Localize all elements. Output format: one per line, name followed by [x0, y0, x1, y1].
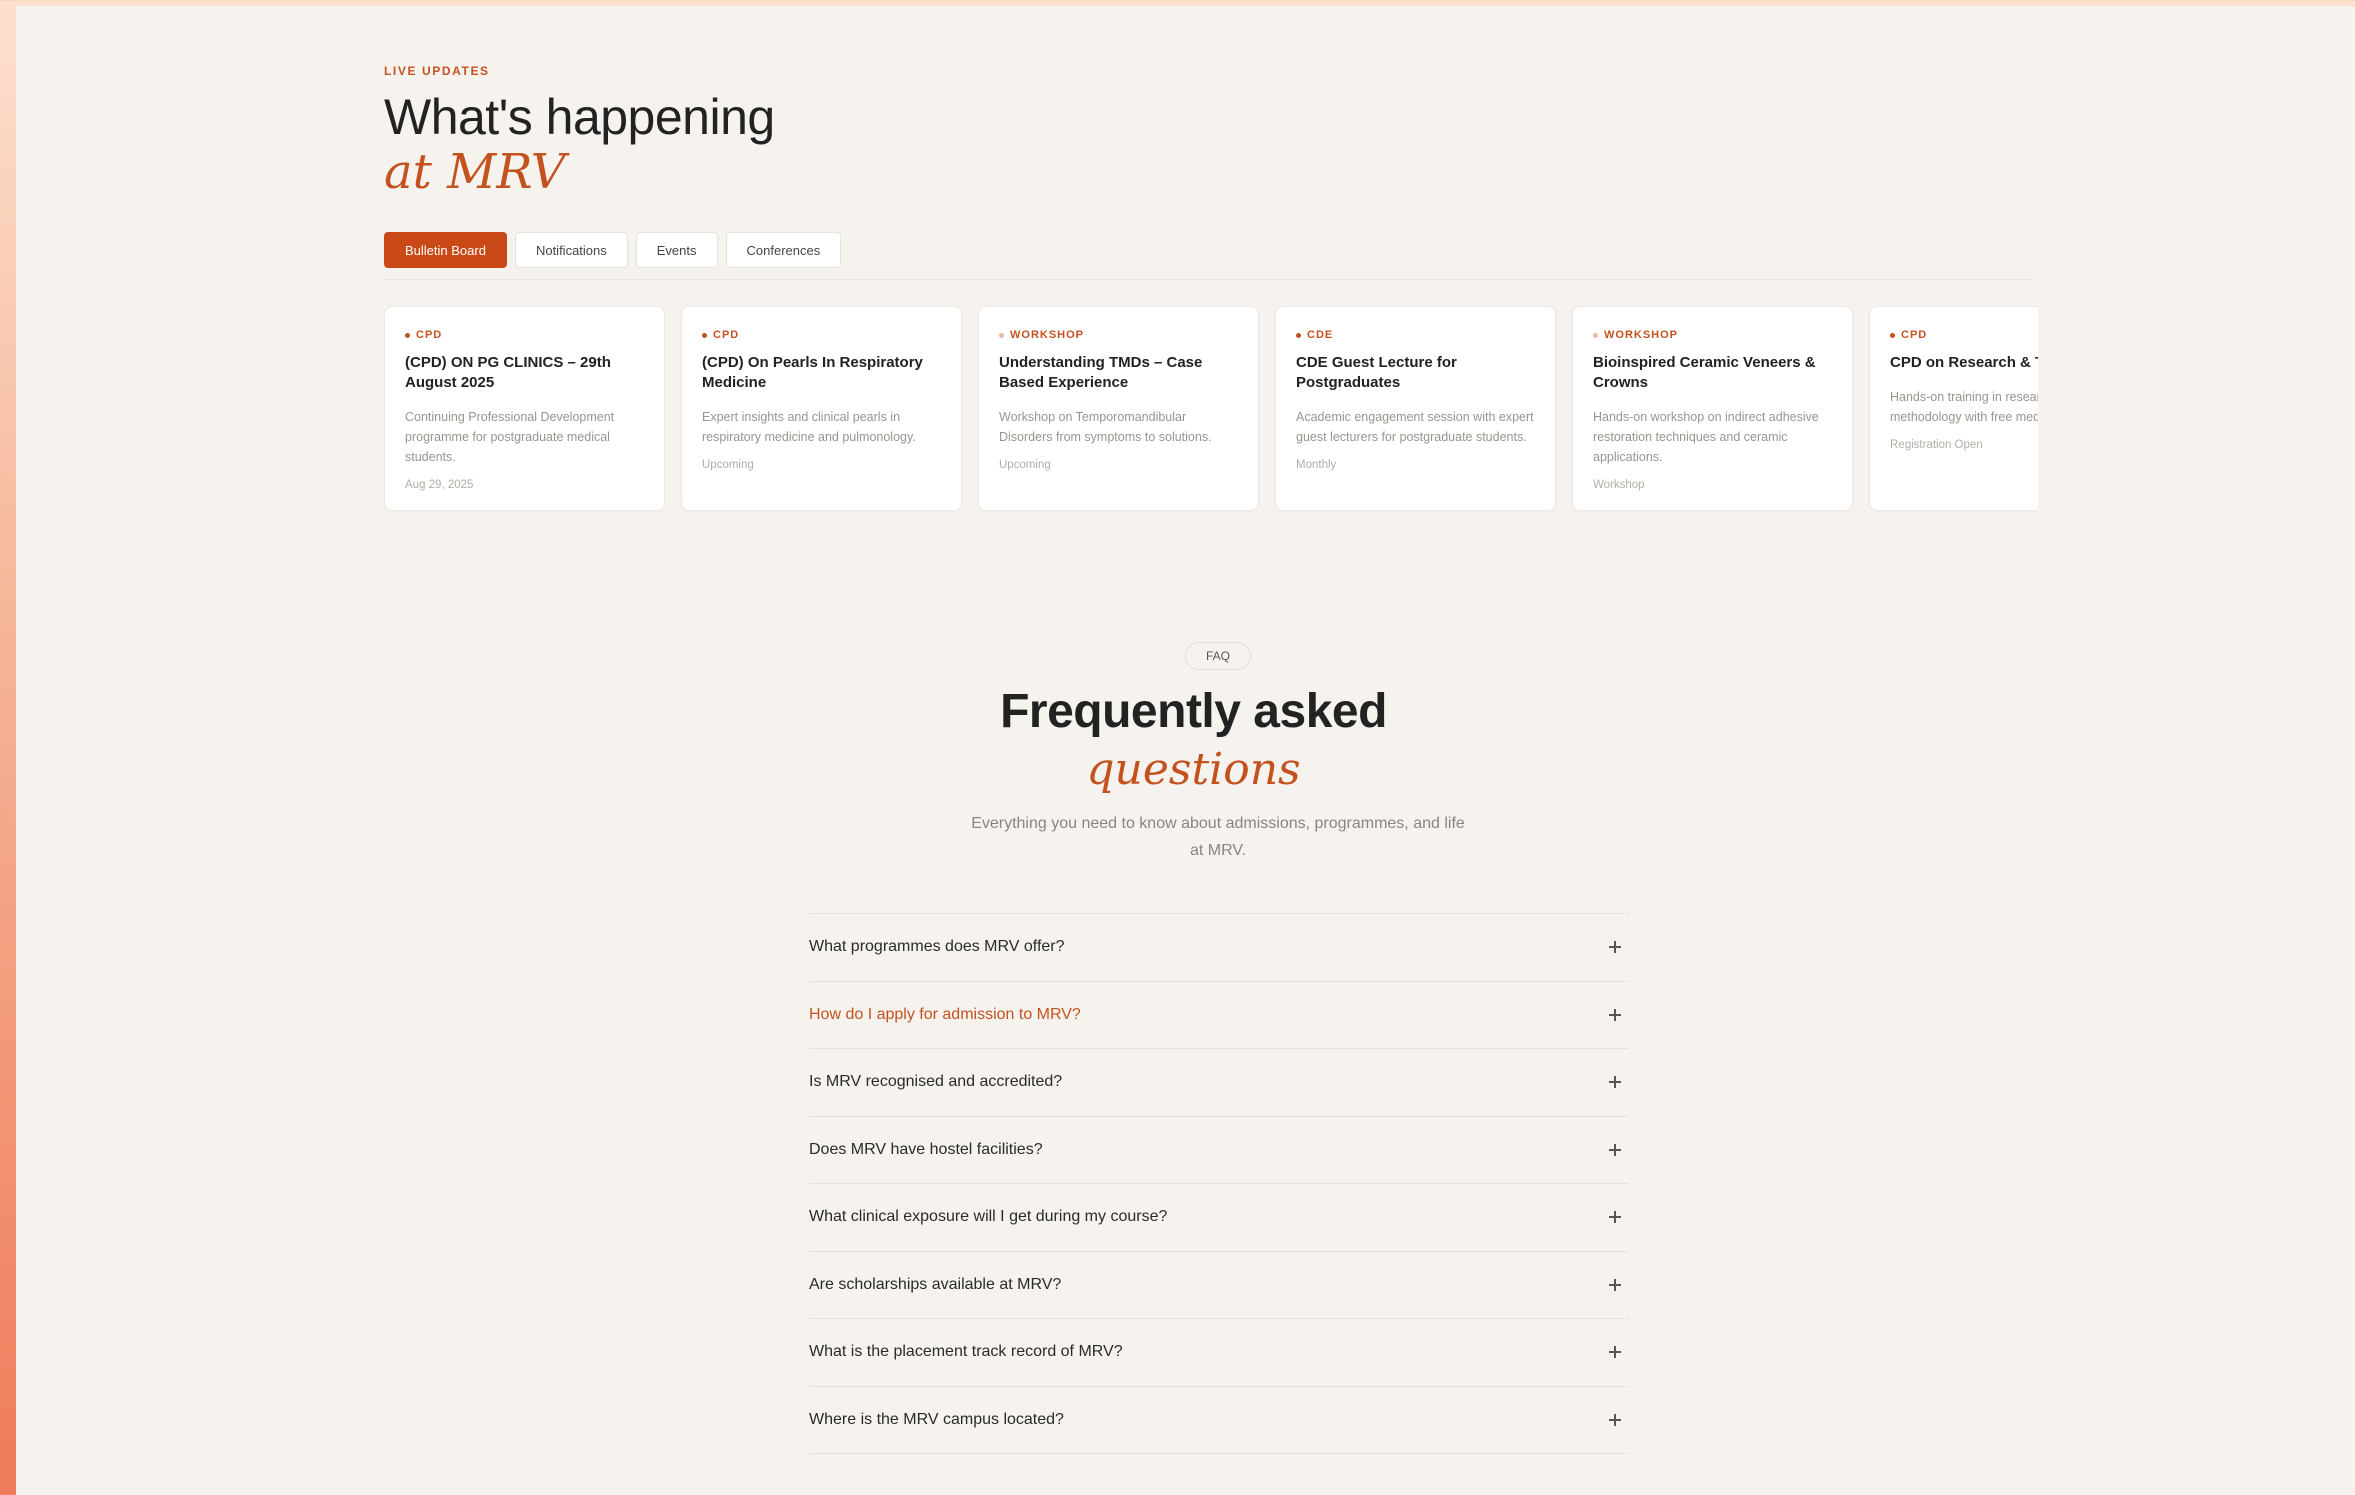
- faq-subtitle: Everything you need to know about admiss…: [971, 815, 1465, 859]
- card-description: Continuing Professional Development prog…: [405, 410, 615, 464]
- faq-title-accent: questions: [1086, 744, 1301, 795]
- section-title-accent: at MRV: [384, 144, 566, 200]
- card-title: Understanding TMDs – Case Based Experien…: [999, 354, 1203, 391]
- card-description: Expert insights and clinical pearls in r…: [702, 410, 916, 444]
- bulletin-card[interactable]: WORKSHOP Bioinspired Ceramic Veneers & C…: [1572, 306, 1853, 511]
- faq-question: Are scholarships available at MRV?: [809, 1275, 1062, 1293]
- plus-icon[interactable]: [1607, 1074, 1623, 1090]
- bulletin-card[interactable]: CPD (CPD) ON PG CLINICS – 29th August 20…: [384, 306, 665, 511]
- card-category: CPD: [713, 329, 740, 341]
- tabs-divider: [384, 279, 2034, 280]
- card-meta: Aug 29, 2025: [405, 479, 474, 491]
- faq-question: Where is the MRV campus located?: [809, 1410, 1064, 1428]
- faq-item[interactable]: What programmes does MRV offer?: [809, 914, 1629, 982]
- card-title: (CPD) ON PG CLINICS – 29th August 2025: [405, 354, 611, 391]
- faq-question: How do I apply for admission to MRV?: [809, 1005, 1081, 1023]
- faq-item[interactable]: Are scholarships available at MRV?: [809, 1252, 1629, 1319]
- card-meta: Monthly: [1296, 459, 1337, 471]
- bulletin-card[interactable]: CPD (CPD) On Pearls In Respiratory Medic…: [681, 306, 962, 511]
- section-title: What's happening: [384, 89, 775, 145]
- page-frame: LIVE UPDATES What's happening at MRV Bul…: [16, 6, 2355, 1495]
- card-title: CDE Guest Lecture for Postgraduates: [1296, 354, 1457, 391]
- card-category: CPD: [1901, 329, 1928, 341]
- faq-question: What programmes does MRV offer?: [809, 938, 1065, 956]
- plus-icon[interactable]: [1607, 1007, 1623, 1023]
- section-eyebrow: LIVE UPDATES: [384, 64, 490, 78]
- faq-item[interactable]: Where is the MRV campus located?: [809, 1387, 1629, 1454]
- plus-icon[interactable]: [1607, 1412, 1623, 1428]
- card-description: Hands-on workshop on indirect adhesive r…: [1593, 410, 1819, 464]
- card-category: WORKSHOP: [1010, 329, 1084, 341]
- plus-icon[interactable]: [1607, 1209, 1623, 1225]
- faq-title: Frequently asked: [1000, 685, 1387, 738]
- card-title: CPD on Research & Training: [1890, 354, 2038, 371]
- card-meta: Workshop: [1593, 479, 1645, 491]
- card-meta: Registration Open: [1890, 439, 1983, 451]
- tab-bulletin-board[interactable]: Bulletin Board: [384, 232, 507, 268]
- faq-question: What is the placement track record of MR…: [809, 1343, 1123, 1361]
- faq-question: Does MRV have hostel facilities?: [809, 1140, 1043, 1158]
- category-dot-icon: [405, 332, 410, 338]
- faq-list: What programmes does MRV offer? How do I…: [809, 913, 1629, 1454]
- faq-item[interactable]: Is MRV recognised and accredited?: [809, 1049, 1629, 1117]
- card-title: (CPD) On Pearls In Respiratory Medicine: [702, 354, 923, 391]
- faq-question: Is MRV recognised and accredited?: [809, 1073, 1063, 1091]
- bulletin-card[interactable]: CPD CPD on Research & Training Hands-on …: [1869, 306, 2038, 511]
- card-meta: Upcoming: [999, 459, 1051, 471]
- bulletin-card[interactable]: CDE CDE Guest Lecture for Postgraduates …: [1275, 306, 1556, 511]
- bulletin-carousel[interactable]: CPD (CPD) ON PG CLINICS – 29th August 20…: [384, 306, 2038, 516]
- category-dot-icon: [702, 332, 707, 338]
- tab-events[interactable]: Events: [635, 232, 718, 268]
- updates-tabs: Bulletin Board Notifications Events Conf…: [384, 232, 842, 268]
- card-category: WORKSHOP: [1604, 329, 1678, 341]
- card-title: Bioinspired Ceramic Veneers & Crowns: [1593, 354, 1816, 391]
- plus-icon[interactable]: [1607, 1277, 1623, 1293]
- plus-icon[interactable]: [1607, 939, 1623, 955]
- plus-icon[interactable]: [1607, 1344, 1623, 1360]
- category-dot-icon: [1593, 332, 1598, 338]
- category-dot-icon: [1296, 332, 1301, 338]
- faq-question: What clinical exposure will I get during…: [809, 1208, 1168, 1226]
- card-category: CPD: [416, 329, 443, 341]
- card-meta: Upcoming: [702, 459, 754, 471]
- card-description: Hands-on training in research methodolog…: [1890, 390, 2038, 424]
- tab-conferences[interactable]: Conferences: [725, 232, 842, 268]
- faq-item[interactable]: What is the placement track record of MR…: [809, 1319, 1629, 1387]
- faq-badge: FAQ: [1185, 642, 1251, 670]
- faq-item[interactable]: What clinical exposure will I get during…: [809, 1184, 1629, 1252]
- faq-item[interactable]: How do I apply for admission to MRV?: [809, 982, 1629, 1049]
- card-category: CDE: [1307, 329, 1334, 341]
- faq-item[interactable]: Does MRV have hostel facilities?: [809, 1117, 1629, 1184]
- category-dot-icon: [1890, 332, 1895, 338]
- category-dot-icon: [999, 332, 1004, 338]
- tab-notifications[interactable]: Notifications: [514, 232, 628, 268]
- bulletin-card[interactable]: WORKSHOP Understanding TMDs – Case Based…: [978, 306, 1259, 511]
- plus-icon[interactable]: [1607, 1142, 1623, 1158]
- card-description: Academic engagement session with expert …: [1296, 410, 1534, 444]
- card-description: Workshop on Temporomandibular Disorders …: [999, 410, 1212, 444]
